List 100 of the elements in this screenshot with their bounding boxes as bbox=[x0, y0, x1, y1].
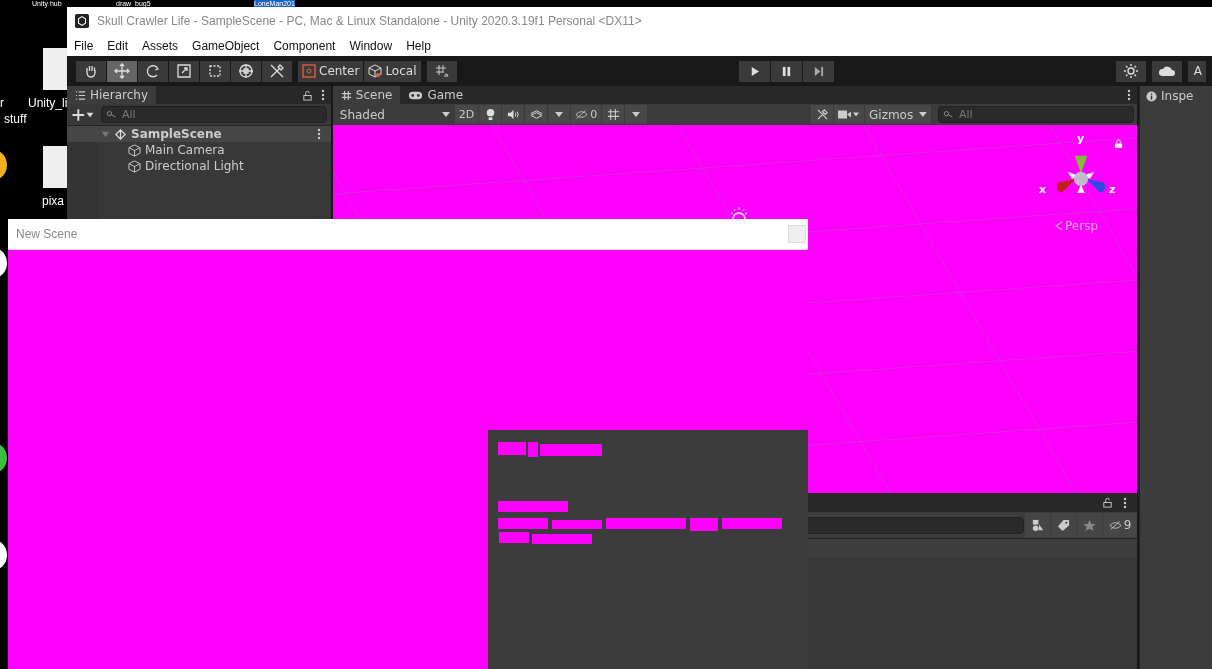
scene-icon bbox=[114, 127, 127, 141]
search-field[interactable]: All bbox=[101, 106, 327, 123]
desktop-icon-label[interactable]: pixa bbox=[42, 194, 64, 208]
game-tab[interactable]: Game bbox=[400, 86, 472, 104]
hash-icon bbox=[340, 89, 352, 101]
account-button[interactable]: A bbox=[1187, 60, 1206, 82]
cube-icon bbox=[128, 159, 141, 173]
gamepad-icon bbox=[408, 89, 424, 101]
hidden-eye-icon bbox=[575, 108, 589, 121]
grid-snap-icon bbox=[433, 63, 450, 79]
axis-label: y bbox=[1077, 132, 1085, 145]
hand-tool-button[interactable] bbox=[76, 60, 106, 82]
rect-tool-button[interactable] bbox=[200, 60, 230, 82]
layers-icon bbox=[529, 108, 543, 121]
pivot-center-button[interactable]: Center bbox=[298, 60, 364, 82]
menu-item[interactable]: Window bbox=[349, 38, 393, 53]
desktop-icon-label[interactable]: r bbox=[0, 96, 4, 110]
cube-icon bbox=[368, 64, 383, 78]
2d-toggle-button[interactable]: 2D bbox=[454, 105, 479, 124]
play-button[interactable] bbox=[738, 60, 770, 82]
hand-icon bbox=[83, 63, 99, 79]
scene-header-row[interactable]: SampleScene bbox=[67, 126, 331, 142]
caret-icon bbox=[441, 112, 450, 117]
cloud-button[interactable] bbox=[1151, 60, 1182, 82]
window-title: Skull Crawler Life - SampleScene - PC, Mac & Linux Standalone - Unity 2020.3.19f1 Personal <DX11> bbox=[97, 14, 642, 28]
menu-item[interactable]: Component bbox=[273, 38, 336, 53]
custom-tool-button[interactable] bbox=[262, 60, 292, 82]
cube-icon bbox=[128, 143, 141, 157]
move-tool-button[interactable] bbox=[107, 60, 137, 82]
tag-icon bbox=[1057, 518, 1070, 532]
grid-icon bbox=[606, 108, 620, 121]
pause-button[interactable] bbox=[770, 60, 802, 82]
effects-toggle-button[interactable] bbox=[525, 105, 548, 124]
rect-icon bbox=[207, 63, 223, 79]
desktop-icon-label[interactable]: stuff bbox=[4, 112, 27, 126]
rotate-icon bbox=[145, 63, 161, 79]
menu-item[interactable]: Edit bbox=[107, 38, 129, 53]
add-button[interactable] bbox=[71, 107, 95, 122]
hierarchy-tab[interactable]: Hierarchy bbox=[67, 86, 156, 104]
favorites-button[interactable] bbox=[1077, 513, 1102, 537]
tree-item[interactable]: Main Camera bbox=[145, 143, 225, 157]
caret-icon bbox=[555, 112, 564, 117]
scene-tab[interactable]: Scene bbox=[332, 86, 401, 104]
effects-dropdown-button[interactable] bbox=[548, 105, 571, 124]
window-title: New Scene bbox=[16, 227, 78, 241]
lock-icon[interactable] bbox=[1102, 497, 1113, 508]
menu-item[interactable]: File bbox=[74, 38, 94, 53]
info-icon bbox=[1146, 90, 1157, 102]
scale-icon bbox=[176, 63, 192, 79]
caret-icon bbox=[632, 112, 641, 117]
menu-item[interactable]: GameObject bbox=[192, 38, 260, 53]
more-options-icon[interactable] bbox=[1127, 89, 1131, 101]
grid-snap-button[interactable] bbox=[426, 60, 457, 82]
search-icon bbox=[943, 110, 955, 119]
hidden-packages-button[interactable]: 9 bbox=[1103, 513, 1137, 537]
settings-button[interactable] bbox=[1115, 60, 1146, 82]
tools-button[interactable] bbox=[811, 105, 833, 124]
rotate-tool-button[interactable] bbox=[138, 60, 168, 82]
step-button[interactable] bbox=[802, 60, 834, 82]
axis-label: z bbox=[1109, 183, 1116, 196]
speaker-icon bbox=[506, 108, 520, 121]
shapes-icon bbox=[1031, 518, 1044, 532]
move-arrows-icon bbox=[114, 63, 130, 79]
tools-icon bbox=[269, 63, 285, 79]
search-icon bbox=[106, 110, 118, 119]
desktop-icon-label[interactable]: Unity_li bbox=[28, 96, 68, 110]
hidden-eye-icon bbox=[1108, 518, 1122, 532]
scene-name: SampleScene bbox=[131, 127, 222, 141]
camera-icon bbox=[838, 108, 860, 121]
hidden-objects-toggle-button[interactable]: 0 bbox=[571, 105, 602, 124]
menu-item[interactable]: Assets bbox=[142, 38, 179, 53]
filter-by-type-button[interactable] bbox=[1025, 513, 1050, 537]
step-icon bbox=[812, 65, 824, 77]
search-field[interactable]: All bbox=[938, 106, 1134, 123]
cloud-icon bbox=[1157, 65, 1176, 77]
plus-icon bbox=[71, 107, 95, 122]
more-options-icon[interactable] bbox=[316, 128, 321, 140]
axis-label: x bbox=[1039, 183, 1047, 196]
gizmos-dropdown[interactable]: Gizmos bbox=[865, 105, 931, 124]
menu-item[interactable]: Help bbox=[406, 38, 431, 53]
grid-dropdown-button[interactable] bbox=[625, 105, 648, 124]
grid-toggle-button[interactable] bbox=[602, 105, 625, 124]
scale-tool-button[interactable] bbox=[169, 60, 199, 82]
lighting-toggle-button[interactable] bbox=[479, 105, 502, 124]
filter-by-label-button[interactable] bbox=[1051, 513, 1076, 537]
pause-icon bbox=[780, 65, 792, 77]
lock-icon[interactable] bbox=[301, 89, 313, 101]
star-icon bbox=[1083, 518, 1096, 532]
caret-icon bbox=[919, 112, 927, 117]
tree-item[interactable]: Directional Light bbox=[145, 159, 244, 173]
more-options-icon[interactable] bbox=[320, 89, 325, 101]
settings-icon bbox=[1122, 63, 1139, 79]
transform-tool-button[interactable] bbox=[231, 60, 261, 82]
app-logo-icon bbox=[75, 14, 89, 28]
more-options-icon[interactable] bbox=[1123, 496, 1127, 509]
pivot-local-button[interactable]: Local bbox=[364, 60, 421, 82]
tools-icon bbox=[815, 108, 829, 121]
audio-toggle-button[interactable] bbox=[502, 105, 525, 124]
camera-dropdown-button[interactable] bbox=[834, 105, 864, 124]
transform-icon bbox=[238, 63, 254, 79]
